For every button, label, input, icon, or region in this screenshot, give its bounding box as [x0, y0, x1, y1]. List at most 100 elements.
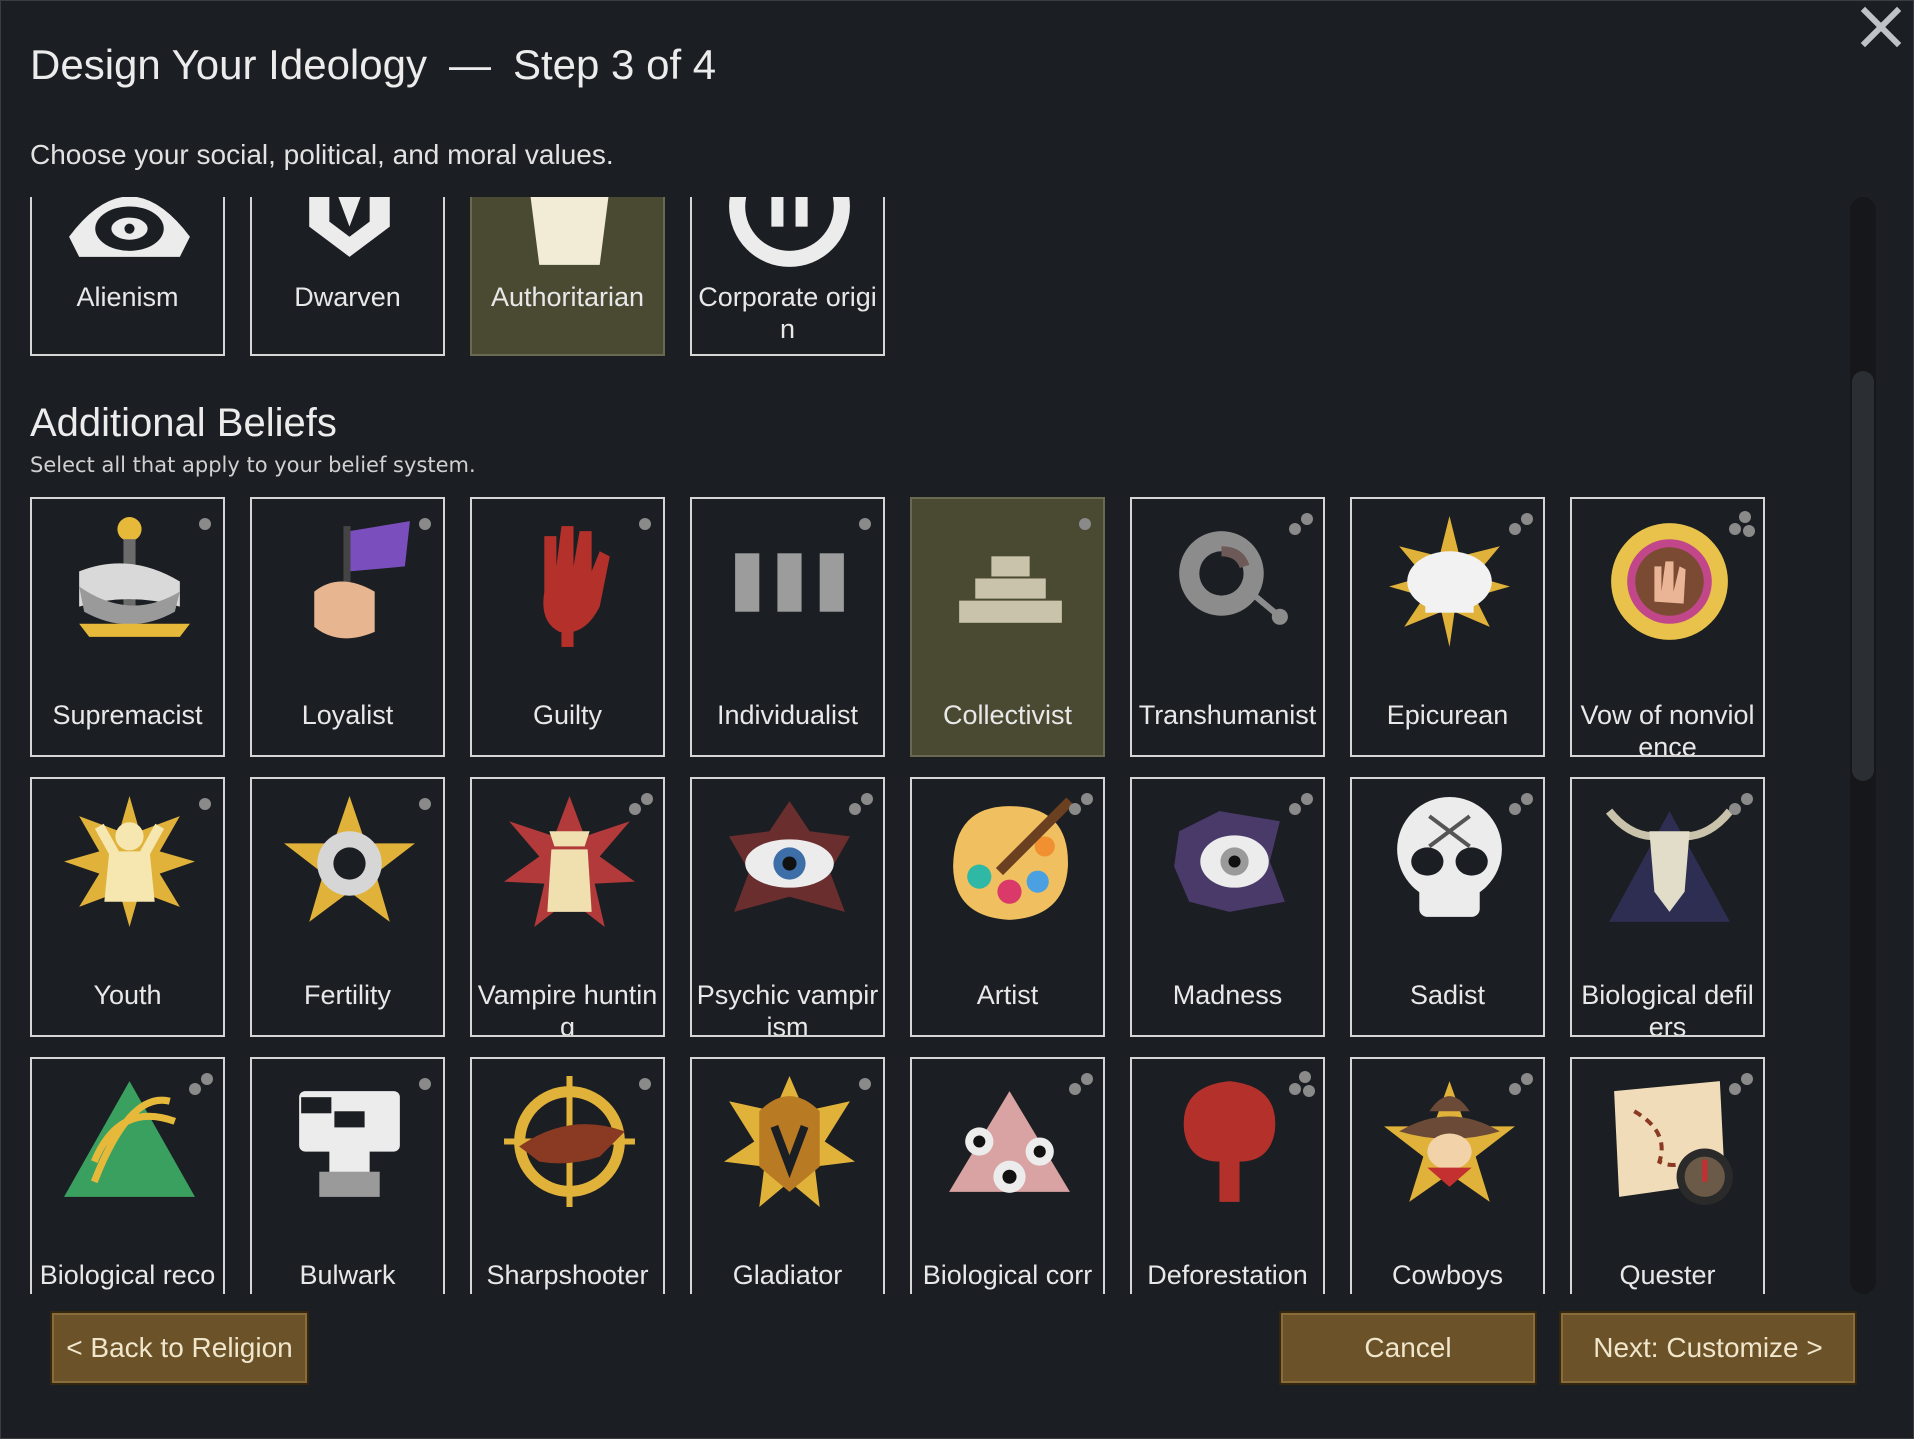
dialog-subtitle: Choose your social, political, and moral…: [30, 139, 614, 170]
belief-tile[interactable]: Transhumanist: [1130, 497, 1325, 757]
flag-fist-icon: [279, 511, 420, 652]
belief-tile[interactable]: Epicurean: [1350, 497, 1545, 757]
belief-label: Loyalist: [301, 700, 394, 730]
dialog-title: Design Your Ideology — Step 3 of 4: [30, 41, 716, 89]
cowboy-hat-icon: [1379, 1071, 1520, 1212]
madness-eye-icon: [1159, 791, 1300, 932]
compatibility-dots-icon: [845, 509, 875, 539]
belief-label: Artist: [976, 980, 1039, 1010]
belief-tile[interactable]: Collectivist: [910, 497, 1105, 757]
belief-tile[interactable]: Madness: [1130, 777, 1325, 1037]
section-subtitle: Select all that apply to your belief sys…: [30, 453, 476, 477]
compatibility-dots-icon: [1065, 789, 1095, 819]
belief-label: Authoritarian: [490, 282, 645, 312]
back-button[interactable]: < Back to Religion: [50, 1311, 309, 1385]
crosshair-eagle-icon: [499, 1071, 640, 1212]
compatibility-dots-icon: [1505, 509, 1535, 539]
close-icon[interactable]: [1859, 5, 1903, 49]
tentacle-eyes-icon: [939, 1071, 1080, 1212]
belief-label: Cowboys: [1391, 1260, 1504, 1290]
belief-tile[interactable]: Sadist: [1350, 777, 1545, 1037]
psychic-eye-icon: [719, 791, 860, 932]
map-compass-icon: [1599, 1071, 1740, 1212]
belief-label: Fertility: [304, 980, 391, 1010]
corporate-icon: [719, 197, 860, 277]
compatibility-dots-icon: [1285, 509, 1315, 539]
belief-label: Supremacist: [52, 700, 203, 730]
belief-tile[interactable]: Authoritarian: [470, 197, 665, 356]
belief-label: Biological reconstructor: [39, 1260, 216, 1294]
compatibility-dots-icon: [625, 789, 655, 819]
belief-tile[interactable]: Loyalist: [250, 497, 445, 757]
youth-icon: [59, 791, 200, 932]
pillars-icon: [719, 511, 860, 652]
belief-label: Bulwark: [299, 1260, 396, 1290]
mech-icon: [279, 1071, 420, 1212]
belief-label: Deforestation: [1147, 1260, 1308, 1290]
belief-label: Quester: [1619, 1260, 1716, 1290]
compatibility-dots-icon: [185, 1069, 215, 1099]
belief-tile[interactable]: Fertility: [250, 777, 445, 1037]
belief-tile[interactable]: Guilty: [470, 497, 665, 757]
supremacist-icon: [59, 511, 200, 652]
belief-tile[interactable]: Sharpshooter: [470, 1057, 665, 1294]
bloody-hand-icon: [499, 511, 640, 652]
next-button[interactable]: Next: Customize >: [1559, 1311, 1857, 1385]
title-separator: —: [448, 41, 491, 88]
ox-skull-icon: [1599, 791, 1740, 932]
pyramid-icon: [939, 511, 1080, 652]
compatibility-dots-icon: [405, 789, 435, 819]
belief-label: Sadist: [1409, 980, 1486, 1010]
belief-tile[interactable]: Psychic vampirism: [690, 777, 885, 1037]
belief-tile[interactable]: Corporate origin: [690, 197, 885, 356]
skull-icon: [1379, 791, 1520, 932]
belief-tile[interactable]: Gladiator: [690, 1057, 885, 1294]
throne-icon: [499, 197, 640, 277]
belief-tile[interactable]: Dwarven: [250, 197, 445, 356]
palette-icon: [939, 791, 1080, 932]
cancel-button[interactable]: Cancel: [1279, 1311, 1537, 1385]
compatibility-dots-icon: [1725, 789, 1755, 819]
gladiator-helmet-icon: [719, 1071, 860, 1212]
sun-hand-icon: [1599, 511, 1740, 652]
belief-label: Gladiator: [732, 1260, 843, 1290]
belief-label: Youth: [93, 980, 162, 1010]
belief-tile[interactable]: Bulwark: [250, 1057, 445, 1294]
compatibility-dots-icon: [1505, 789, 1535, 819]
step-indicator: Step 3 of 4: [512, 41, 717, 88]
eye-icon: [59, 197, 200, 277]
belief-tile[interactable]: Individualist: [690, 497, 885, 757]
compatibility-dots-icon: [405, 1069, 435, 1099]
belief-tile[interactable]: Artist: [910, 777, 1105, 1037]
belief-tile[interactable]: Biological corruptors: [910, 1057, 1105, 1294]
belief-tile[interactable]: Biological defilers: [1570, 777, 1765, 1037]
belief-label: Madness: [1172, 980, 1283, 1010]
belief-scroll-area[interactable]: Additional Beliefs Select all that apply…: [30, 197, 1820, 1294]
scrollbar-thumb[interactable]: [1852, 371, 1874, 781]
belief-tile[interactable]: Cowboys: [1350, 1057, 1545, 1294]
gear-circuit-icon: [1159, 511, 1300, 652]
title-text: Design Your Ideology: [30, 41, 427, 88]
compatibility-dots-icon: [1065, 509, 1095, 539]
compatibility-dots-icon: [845, 789, 875, 819]
compatibility-dots-icon: [625, 1069, 655, 1099]
belief-label: Corporate origin: [698, 282, 877, 344]
belief-tile[interactable]: Quester: [1570, 1057, 1765, 1294]
belief-tile[interactable]: Youth: [30, 777, 225, 1037]
chef-hat-icon: [1379, 511, 1520, 652]
belief-label: Vampire hunting: [477, 980, 658, 1037]
belief-tile[interactable]: Supremacist: [30, 497, 225, 757]
compatibility-dots-icon: [1285, 789, 1315, 819]
belief-tile[interactable]: Deforestation: [1130, 1057, 1325, 1294]
section-title: Additional Beliefs: [30, 401, 337, 445]
belief-label: Biological corruptors: [922, 1260, 1093, 1294]
belief-tile[interactable]: Alienism: [30, 197, 225, 356]
belief-tile[interactable]: Biological reconstructor: [30, 1057, 225, 1294]
compatibility-dots-icon: [845, 1069, 875, 1099]
belief-tile[interactable]: Vampire hunting: [470, 777, 665, 1037]
compatibility-dots-icon: [1725, 1069, 1755, 1099]
belief-label: Guilty: [532, 700, 603, 730]
fertility-star-icon: [279, 791, 420, 932]
belief-tile[interactable]: Vow of nonviolence: [1570, 497, 1765, 757]
dna-icon: [59, 1071, 200, 1212]
